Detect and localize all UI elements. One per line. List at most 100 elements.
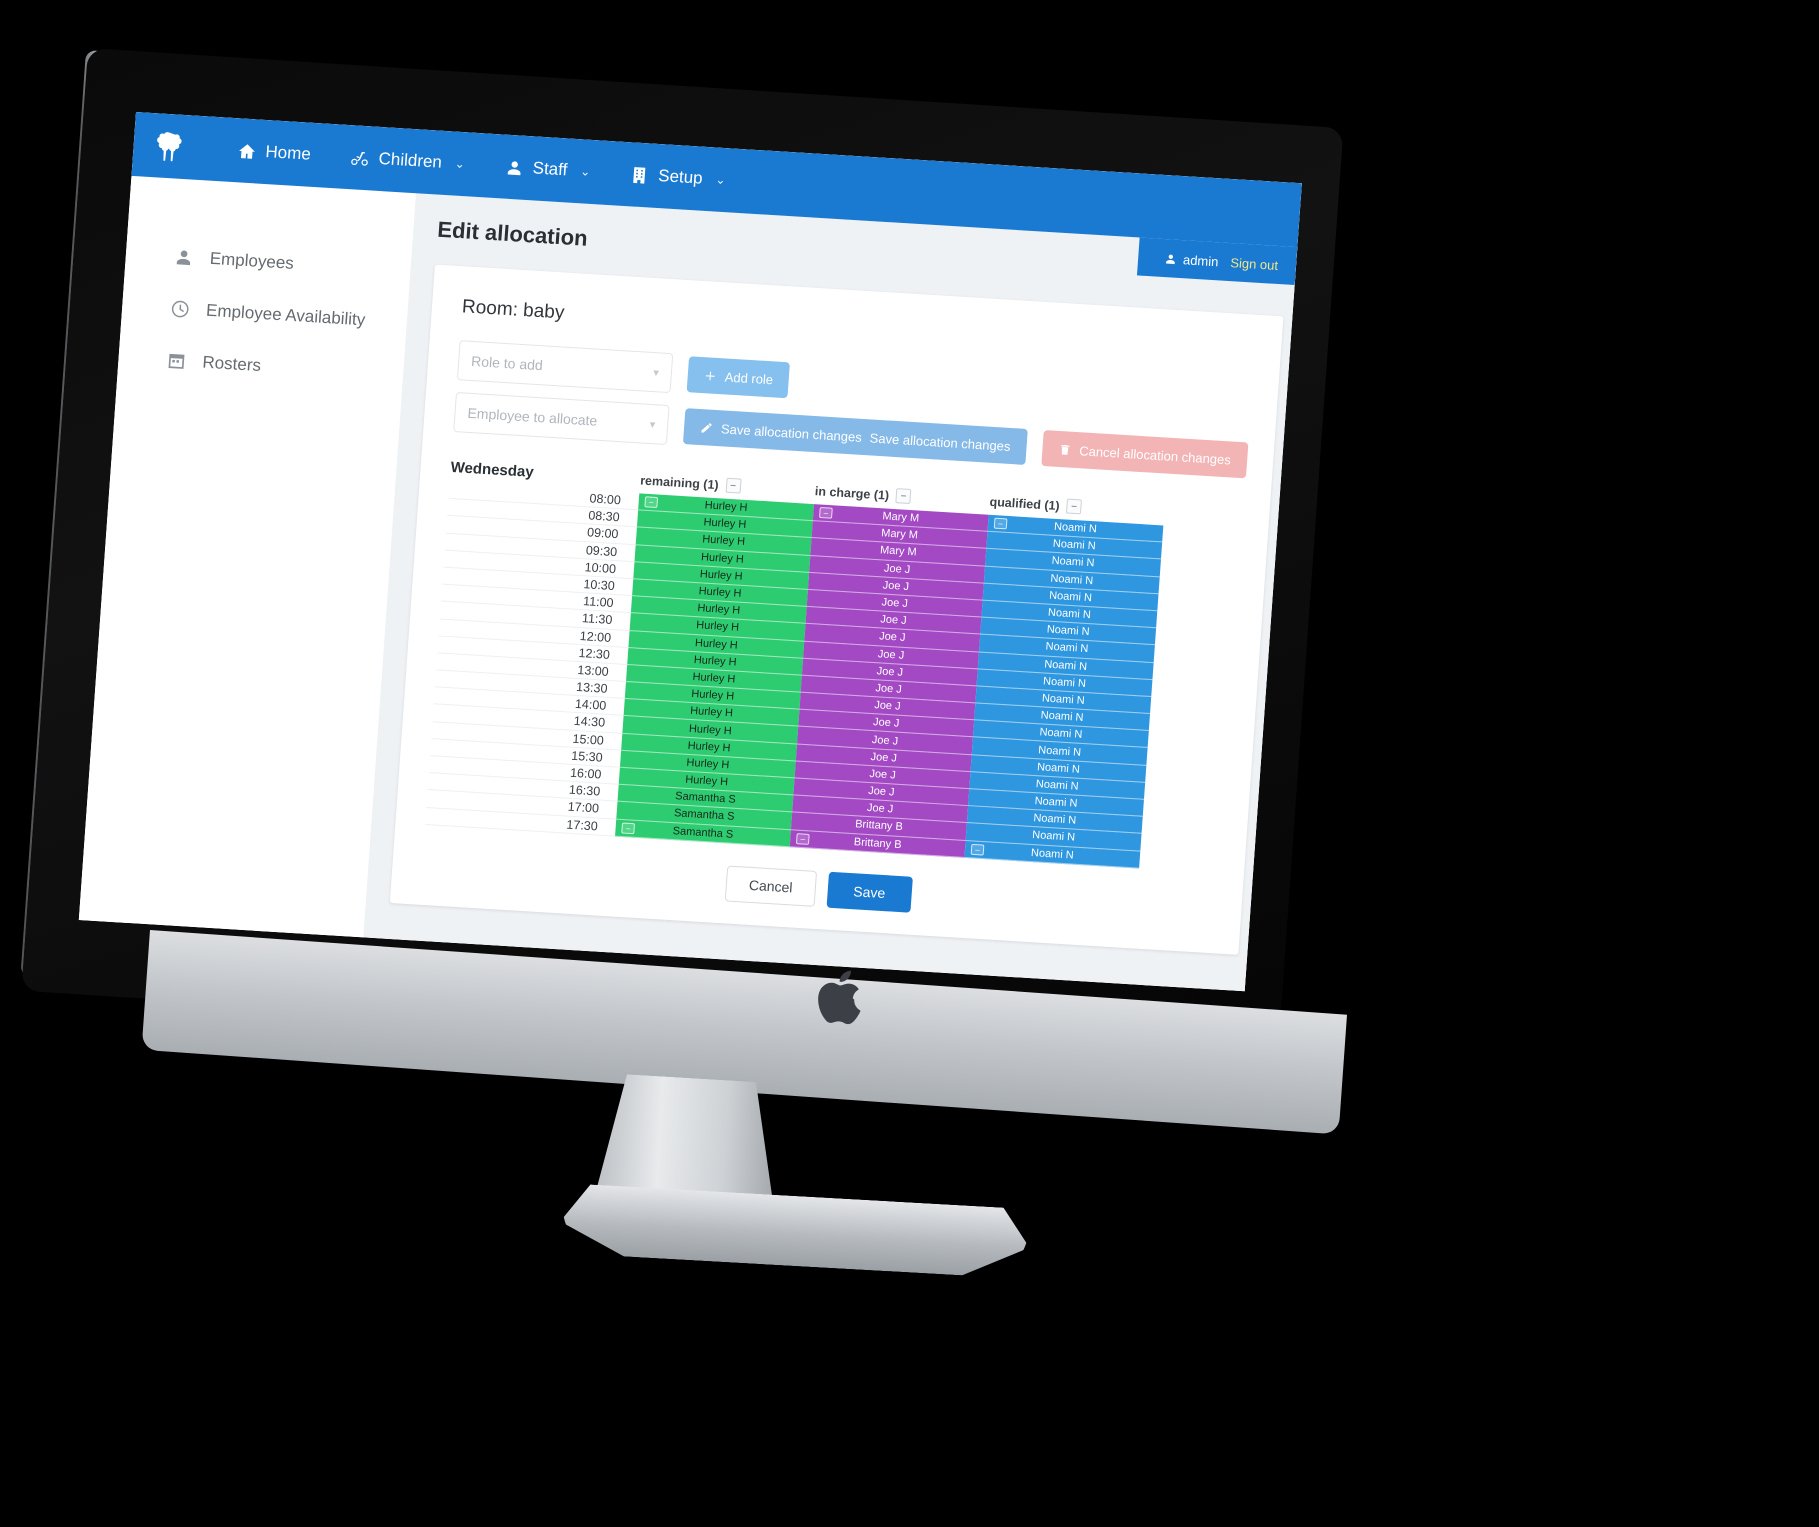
allocation-employee-label: Brittany B — [853, 835, 902, 851]
allocation-employee-label: Joe J — [870, 750, 898, 765]
column-header-label: in charge (1) — [814, 483, 890, 503]
allocation-employee-label: Joe J — [882, 579, 910, 593]
allocation-employee-label: Noami N — [1051, 555, 1095, 570]
remove-in-charge-role-button[interactable]: – — [895, 488, 912, 505]
clock-icon — [171, 300, 189, 318]
allocation-employee-label: Noami N — [1047, 606, 1092, 622]
nav-item-label: Home — [264, 142, 312, 164]
nav-item-staff[interactable]: Staff ⌄ — [484, 147, 612, 191]
allocation-employee-label: Noami N — [1035, 778, 1080, 793]
remove-qualified-role-button[interactable]: – — [1066, 498, 1083, 515]
allocation-employee-label: Noami N — [1031, 829, 1076, 845]
screenshot-stage: Home Children ⌄ Staff ⌄ Setup ⌄ admin Si… — [0, 0, 1819, 1527]
remove-allocation-button[interactable]: – — [819, 507, 833, 519]
employee-select-placeholder: Employee to allocate — [467, 404, 598, 429]
save-button[interactable]: Save — [826, 871, 913, 913]
person-icon — [1165, 254, 1175, 264]
allocation-employee-label: Joe J — [879, 613, 908, 628]
allocation-employee-label: Hurley H — [703, 516, 747, 532]
plus-icon — [705, 371, 715, 380]
allocation-employee-label: Joe J — [871, 733, 899, 748]
username-label: admin — [1182, 251, 1219, 269]
nav-item-label: Setup — [657, 166, 704, 188]
user-account[interactable]: admin — [1164, 251, 1219, 269]
allocation-employee-label: Noami N — [1046, 623, 1090, 639]
calendar-icon — [168, 353, 185, 369]
home-icon — [239, 143, 255, 159]
allocation-employee-label: Noami N — [1053, 520, 1098, 536]
allocation-schedule: Wednesday remaining (1) – in charge (1) … — [425, 450, 1244, 873]
allocation-employee-label: Noami N — [1034, 795, 1078, 810]
allocation-employee-label: Hurley H — [694, 636, 739, 652]
nav-item-label: Children — [378, 148, 443, 172]
allocation-employee-label: Hurley H — [690, 688, 735, 703]
allocation-employee-label: Noami N — [1050, 572, 1094, 587]
brain-logo-icon[interactable] — [149, 128, 185, 164]
cancel-button[interactable]: Cancel — [724, 865, 817, 907]
allocation-employee-label: Brittany B — [854, 818, 904, 834]
cancel-allocation-label: Cancel allocation changes — [1078, 442, 1232, 467]
allocation-employee-label: Joe J — [876, 665, 904, 679]
allocation-employee-label: Hurley H — [687, 739, 731, 755]
allocation-employee-label: Noami N — [1033, 812, 1077, 827]
allocation-employee-label: Noami N — [1036, 760, 1081, 776]
person-icon — [176, 250, 191, 266]
allocation-employee-label: Noami N — [1042, 675, 1087, 690]
children-icon — [351, 151, 369, 166]
allocation-employee-label: Hurley H — [693, 653, 737, 669]
nav-item-setup[interactable]: Setup ⌄ — [609, 155, 747, 199]
allocation-employee-label: Joe J — [878, 630, 906, 645]
person-icon — [507, 160, 521, 175]
sign-out-link[interactable]: Sign out — [1230, 255, 1279, 273]
remove-remaining-role-button[interactable]: – — [725, 477, 742, 494]
sidebar-item-label: Employees — [209, 248, 295, 273]
allocation-employee-label: Joe J — [875, 682, 903, 696]
allocation-employee-label: Samantha S — [674, 790, 737, 807]
remove-allocation-button[interactable]: – — [644, 496, 659, 509]
content-area: Edit allocation Room: baby Role to add ▾… — [363, 193, 1302, 992]
allocation-employee-label: Joe J — [873, 699, 901, 713]
save-allocation-changes-button[interactable]: Save allocation changes Save allocation … — [682, 408, 1028, 465]
column-header-label: qualified (1) — [989, 494, 1061, 513]
remove-allocation-button[interactable]: – — [993, 517, 1008, 530]
chevron-down-icon: ⌄ — [454, 156, 466, 172]
page-body: Employees Employee Availability Rosters … — [78, 175, 1302, 992]
allocation-employee-label: Hurley H — [701, 533, 746, 549]
role-select-placeholder: Role to add — [470, 352, 544, 374]
allocation-employee-label: Hurley H — [689, 705, 734, 720]
allocation-employee-label: Mary M — [880, 527, 919, 542]
nav-item-children[interactable]: Children ⌄ — [329, 138, 486, 183]
allocation-employee-label: Hurley H — [700, 550, 745, 566]
allocation-employee-label: Noami N — [1043, 658, 1088, 673]
add-role-button[interactable]: Add role — [686, 356, 791, 399]
allocation-employee-label: Noami N — [1048, 589, 1093, 605]
allocation-employee-label: Joe J — [869, 767, 897, 782]
schedule-grid: 08:00– Hurley H – Mary M – Noami N 08:30 Hurley… — [425, 481, 1241, 873]
allocation-employee-label: Hurley H — [686, 756, 730, 772]
sidebar: Employees Employee Availability Rosters — [78, 175, 416, 938]
remove-allocation-button[interactable]: – — [795, 832, 810, 845]
allocation-employee-label: Noami N — [1040, 709, 1084, 725]
remove-allocation-button[interactable]: – — [970, 843, 985, 856]
allocation-employee-label: Noami N — [1039, 726, 1083, 742]
add-role-label: Add role — [724, 368, 774, 387]
allocation-employee-label: Joe J — [883, 562, 911, 576]
remove-allocation-button[interactable]: – — [621, 822, 636, 834]
nav-item-home[interactable]: Home — [216, 131, 332, 174]
sidebar-item-label: Rosters — [201, 352, 262, 376]
role-to-add-select[interactable]: Role to add ▾ — [456, 340, 674, 394]
sidebar-item-label: Employee Availability — [205, 300, 366, 330]
chevron-down-icon: ▾ — [649, 418, 656, 431]
employee-to-allocate-select[interactable]: Employee to allocate ▾ — [453, 392, 670, 446]
allocation-employee-label: Joe J — [872, 716, 900, 731]
building-icon — [633, 166, 646, 184]
allocation-employee-label: Hurley H — [697, 602, 741, 617]
allocation-employee-label: Noami N — [1030, 846, 1075, 862]
cancel-allocation-changes-button[interactable]: Cancel allocation changes — [1041, 429, 1249, 479]
allocation-employee-label: Hurley H — [699, 568, 744, 583]
chevron-down-icon: ▾ — [652, 366, 660, 379]
apple-logo-icon — [818, 970, 861, 1025]
allocation-employee-label: Hurley H — [692, 670, 736, 686]
allocation-employee-label: Hurley H — [704, 499, 748, 515]
chevron-down-icon: ⌄ — [579, 164, 591, 179]
